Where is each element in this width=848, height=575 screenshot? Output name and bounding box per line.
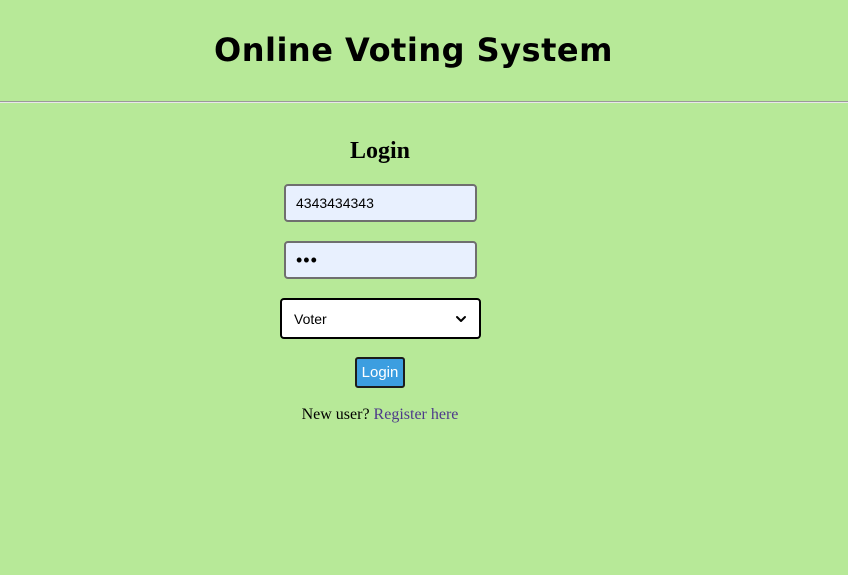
- role-select[interactable]: Voter: [280, 298, 481, 339]
- mobile-number-input[interactable]: [284, 184, 477, 222]
- role-select-value: Voter: [294, 310, 327, 327]
- register-link[interactable]: Register here: [374, 406, 459, 423]
- site-title: Online Voting System: [214, 31, 613, 69]
- register-line: New user? Register here: [0, 405, 760, 425]
- chevron-down-icon: [456, 315, 466, 322]
- login-button[interactable]: Login: [355, 357, 405, 388]
- login-heading: Login: [349, 138, 411, 164]
- password-input[interactable]: [284, 241, 477, 279]
- header-divider: [0, 101, 848, 103]
- register-prompt: New user?: [301, 406, 370, 423]
